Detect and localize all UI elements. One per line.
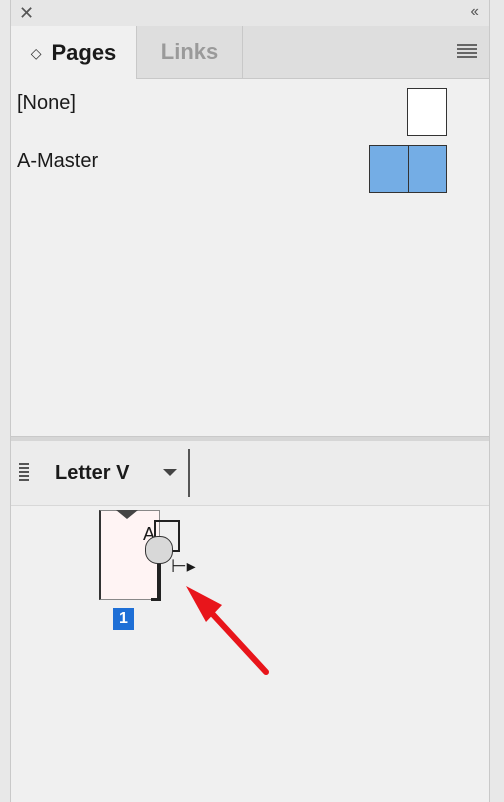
annotation-arrow-icon — [186, 586, 269, 675]
